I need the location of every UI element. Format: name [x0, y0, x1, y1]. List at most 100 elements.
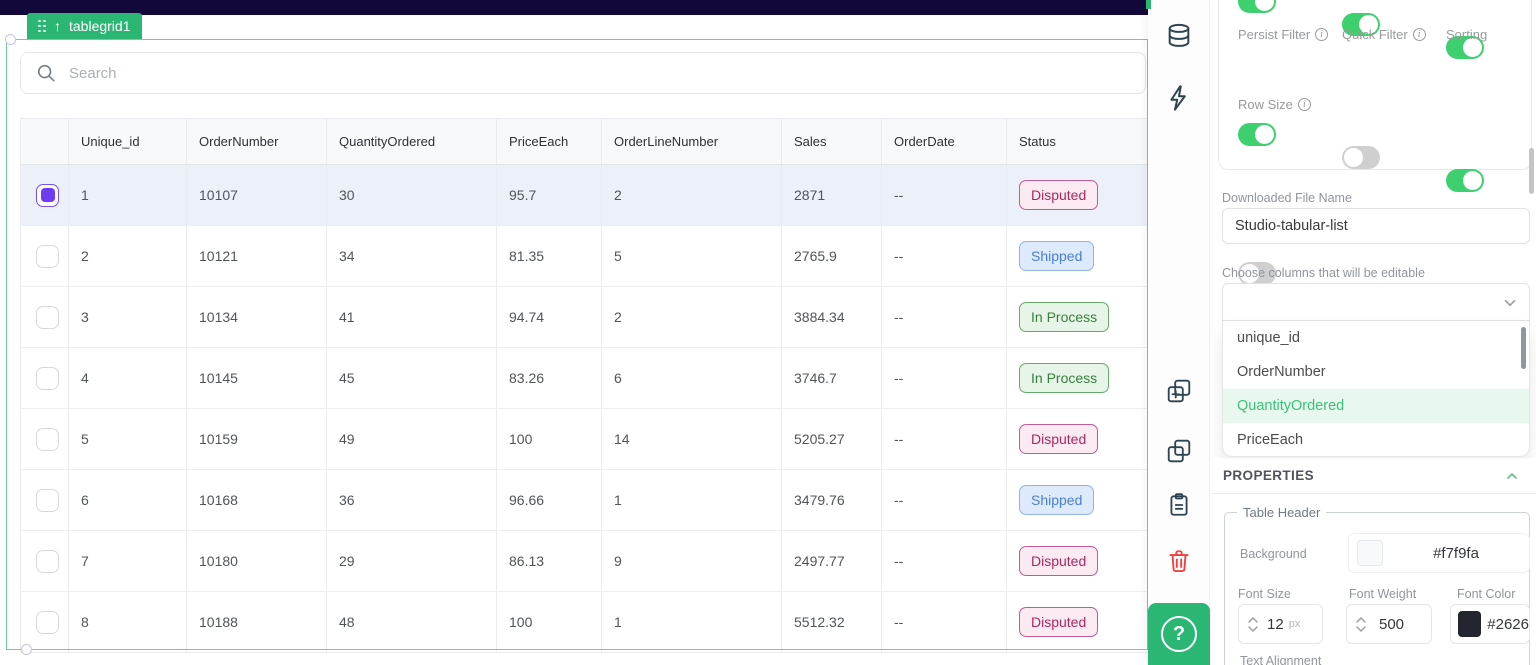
persist-filter-toggle[interactable] [1238, 123, 1276, 146]
font-size-stepper[interactable]: 12 px [1238, 604, 1323, 644]
info-icon: i [1412, 28, 1426, 41]
font-size-unit: px [1288, 618, 1301, 630]
row-checkbox[interactable] [36, 366, 59, 390]
table-header-legend: Table Header [1243, 505, 1321, 520]
chevron-up-icon[interactable] [1504, 468, 1520, 484]
drag-handle-icon[interactable] [38, 19, 46, 33]
help-button[interactable]: ? [1148, 603, 1210, 665]
bind-data-button[interactable] [1148, 22, 1210, 52]
downloaded-file-name-input[interactable] [1222, 208, 1530, 244]
column-header[interactable]: Sales [781, 118, 882, 165]
row-checkbox[interactable] [36, 488, 59, 512]
stepper-arrows-icon[interactable] [1239, 616, 1263, 633]
dropdown-option[interactable]: unique_id [1223, 321, 1529, 355]
actions-button[interactable] [1148, 84, 1210, 114]
editable-columns-select[interactable] [1222, 283, 1530, 321]
properties-title: PROPERTIES [1223, 468, 1315, 483]
add-copy-button[interactable] [1148, 378, 1210, 408]
status-badge: Disputed [1019, 180, 1099, 210]
paste-button[interactable] [1148, 492, 1210, 522]
color-swatch[interactable] [1357, 540, 1383, 566]
column-header[interactable]: Unique_id [68, 118, 187, 165]
row-checkbox[interactable] [36, 549, 59, 573]
select-parent-icon[interactable]: ↑ [54, 19, 61, 33]
font-color-value[interactable]: #2626 [1487, 616, 1529, 633]
background-hex-value[interactable]: #f7f9fa [1383, 545, 1529, 562]
row-checkbox[interactable] [36, 183, 59, 207]
widget-name-label: tablegrid1 [69, 18, 131, 34]
status-badge: Disputed [1019, 546, 1099, 576]
search-input[interactable] [69, 64, 1130, 82]
status-badge: In Process [1019, 302, 1110, 332]
duplicate-plus-icon [1167, 379, 1191, 403]
search-icon [37, 64, 55, 82]
font-weight-value[interactable]: 500 [1379, 616, 1404, 633]
panel-scrollbar[interactable] [1529, 148, 1534, 194]
delete-button[interactable] [1148, 548, 1210, 578]
table-row[interactable]: 2 10121 34 81.35 5 2765.9 -- Shipped [20, 225, 1155, 287]
dropdown-option[interactable]: PriceEach [1223, 423, 1529, 456]
table-row[interactable]: 1 10107 30 95.7 2 2871 -- Disputed [20, 164, 1155, 226]
color-swatch[interactable] [1458, 611, 1482, 637]
table-row[interactable]: 6 10168 36 96.66 1 3479.76 -- Shipped [20, 469, 1155, 531]
row-checkbox[interactable] [36, 305, 59, 329]
properties-section-header[interactable]: PROPERTIES [1211, 458, 1536, 494]
font-color-input[interactable]: #2626 [1450, 604, 1530, 644]
resize-handle[interactable] [21, 644, 32, 655]
status-badge: In Process [1019, 363, 1110, 393]
app-canvas: ↑ tablegrid1 Unique_id OrderNumber Quant… [0, 0, 1536, 665]
dropdown-option[interactable]: OrderNumber [1223, 355, 1529, 389]
table-row[interactable]: 4 10145 45 83.26 6 3746.7 -- In Process [20, 347, 1155, 409]
column-header[interactable]: PriceEach [496, 118, 602, 165]
status-badge: Disputed [1019, 424, 1099, 454]
resize-handle[interactable] [5, 34, 16, 45]
column-header[interactable]: Status [1006, 118, 1155, 165]
column-header[interactable]: OrderNumber [186, 118, 327, 165]
info-icon: i [1297, 98, 1311, 111]
background-label: Background [1240, 547, 1307, 561]
quick-filter-label: Quick Filter i [1342, 27, 1426, 42]
sorting-toggle[interactable] [1446, 169, 1484, 192]
column-header[interactable]: OrderLineNumber [601, 118, 782, 165]
header-checkbox-cell [20, 118, 69, 165]
question-mark-icon: ? [1161, 616, 1197, 652]
persist-filter-label: Persist Filter i [1238, 27, 1329, 42]
chevron-down-icon [1504, 299, 1516, 307]
paste-icon [1170, 493, 1188, 516]
header-background-input[interactable]: #f7f9fa [1348, 533, 1530, 573]
column-header[interactable]: QuantityOrdered [326, 118, 497, 165]
status-badge: Shipped [1019, 241, 1095, 271]
row-checkbox[interactable] [36, 427, 59, 451]
widget-tab-indicator [1146, 0, 1151, 9]
toggle-partial[interactable] [1238, 0, 1276, 13]
column-header[interactable]: OrderDate [881, 118, 1007, 165]
row-checkbox[interactable] [36, 610, 59, 634]
database-icon [1168, 23, 1190, 47]
top-bar [0, 0, 1148, 15]
font-size-value[interactable]: 12 [1267, 616, 1284, 633]
table-row[interactable]: 8 10188 48 100 1 5512.32 -- Disputed [20, 591, 1155, 653]
copy-button[interactable] [1148, 438, 1210, 468]
status-badge: Disputed [1019, 607, 1099, 637]
copy-icon [1167, 439, 1191, 463]
table-row[interactable]: 7 10180 29 86.13 9 2497.77 -- Disputed [20, 530, 1155, 592]
text-alignment-label: Text Alignment [1240, 654, 1322, 665]
editable-columns-dropdown: unique_id OrderNumber QuantityOrdered Pr… [1222, 321, 1530, 457]
quick-filter-toggle[interactable] [1342, 146, 1380, 169]
dropdown-option-highlighted[interactable]: QuantityOrdered [1223, 389, 1529, 423]
row-size-label: Row Size i [1238, 97, 1311, 112]
trash-icon [1169, 550, 1189, 572]
font-weight-label: Font Weight [1349, 587, 1417, 601]
lightning-icon [1170, 85, 1186, 111]
info-icon: i [1315, 28, 1329, 41]
table-row[interactable]: 5 10159 49 100 14 5205.27 -- Disputed [20, 408, 1155, 470]
font-size-label: Font Size [1238, 587, 1291, 601]
table-row[interactable]: 3 10134 41 94.74 2 3884.34 -- In Process [20, 286, 1155, 348]
editable-columns-label: Choose columns that will be editable [1222, 266, 1425, 280]
dropdown-scrollbar[interactable] [1521, 327, 1526, 369]
widget-name-tag[interactable]: ↑ tablegrid1 [27, 13, 142, 39]
row-checkbox[interactable] [36, 244, 59, 268]
table-header-row: Unique_id OrderNumber QuantityOrdered Pr… [20, 118, 1155, 165]
stepper-arrows-icon[interactable] [1347, 616, 1371, 633]
font-weight-stepper[interactable]: 500 [1346, 604, 1432, 644]
